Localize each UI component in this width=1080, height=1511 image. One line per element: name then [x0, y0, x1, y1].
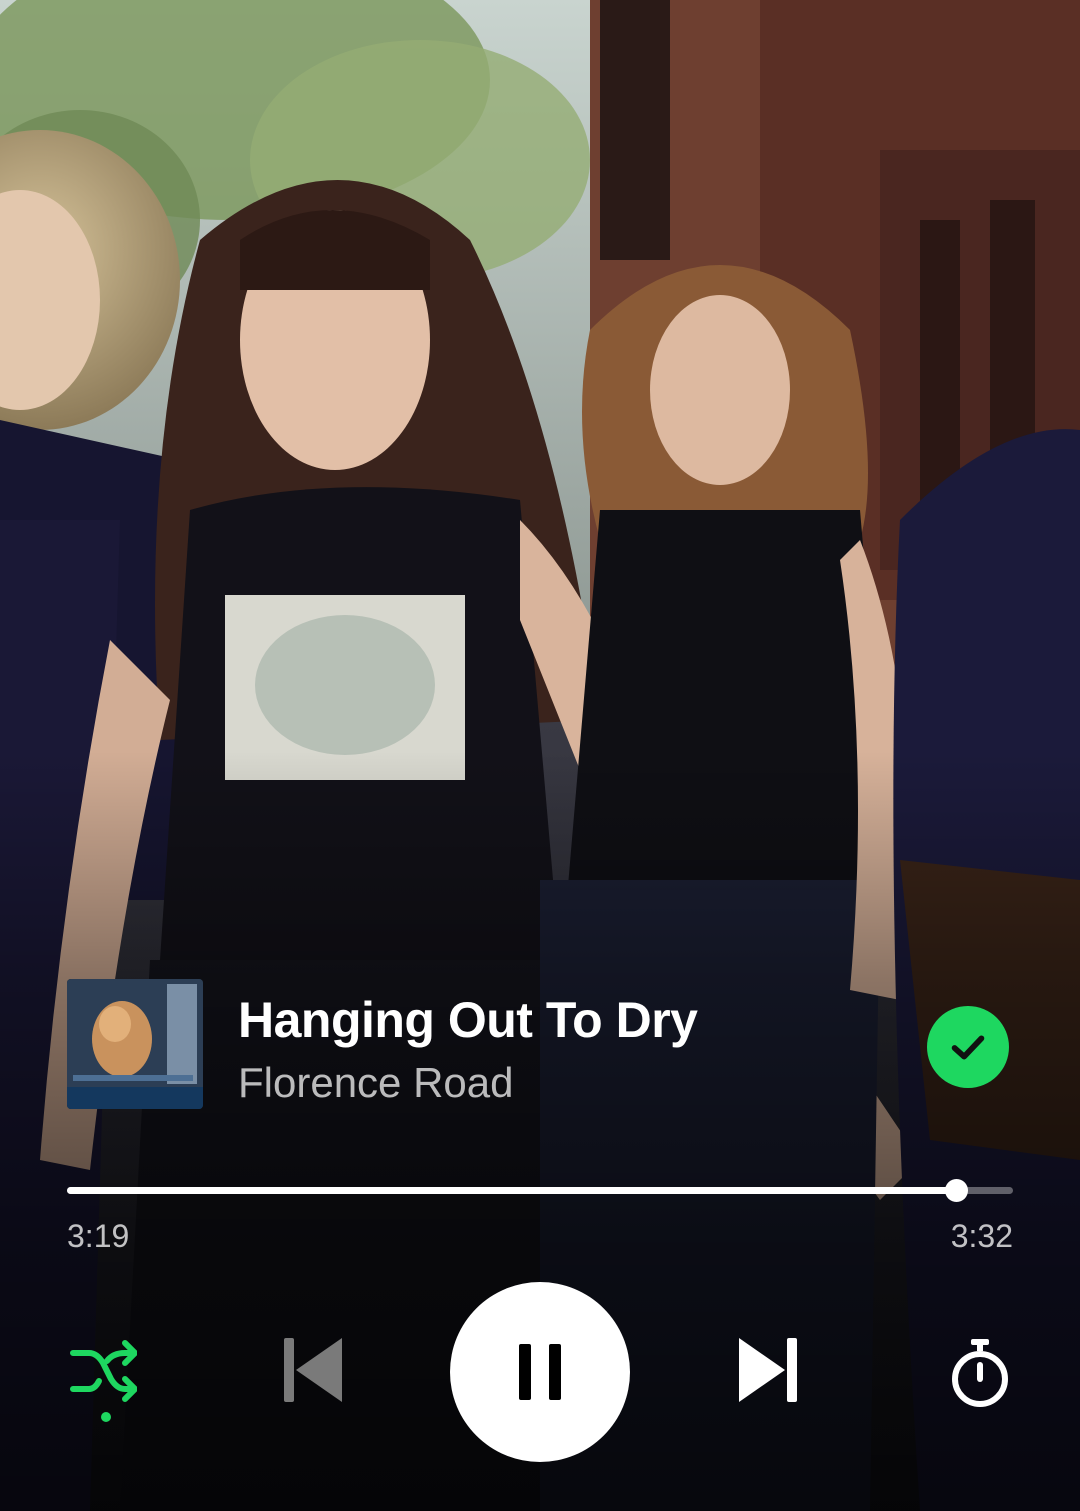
progress-fill	[67, 1187, 956, 1194]
shuffle-icon	[70, 1340, 137, 1422]
liked-button[interactable]	[927, 1006, 1009, 1088]
pause-button[interactable]	[450, 1282, 630, 1462]
next-button[interactable]	[730, 1330, 805, 1410]
track-title[interactable]: Hanging Out To Dry	[238, 991, 698, 1049]
now-playing-screen: Hanging Out To Dry Florence Road 3:19 3:…	[0, 0, 1080, 1511]
previous-button[interactable]	[275, 1330, 350, 1410]
album-art[interactable]	[67, 979, 203, 1109]
check-icon	[951, 1035, 985, 1060]
elapsed-time: 3:19	[67, 1218, 130, 1254]
album-art-image	[67, 979, 203, 1109]
track-artist[interactable]: Florence Road	[238, 1059, 513, 1107]
shuffle-button[interactable]	[62, 1335, 142, 1425]
total-time: 3:32	[950, 1218, 1013, 1254]
pause-icon	[519, 1344, 561, 1400]
progress-bar[interactable]	[67, 1175, 1013, 1205]
sleep-timer-button[interactable]	[940, 1330, 1020, 1415]
progress-thumb[interactable]	[945, 1179, 968, 1202]
track-info: Hanging Out To Dry Florence Road	[67, 979, 1013, 1109]
skip-previous-icon	[283, 1338, 342, 1402]
sleep-timer-icon	[952, 1338, 1008, 1407]
skip-next-icon	[738, 1338, 797, 1402]
